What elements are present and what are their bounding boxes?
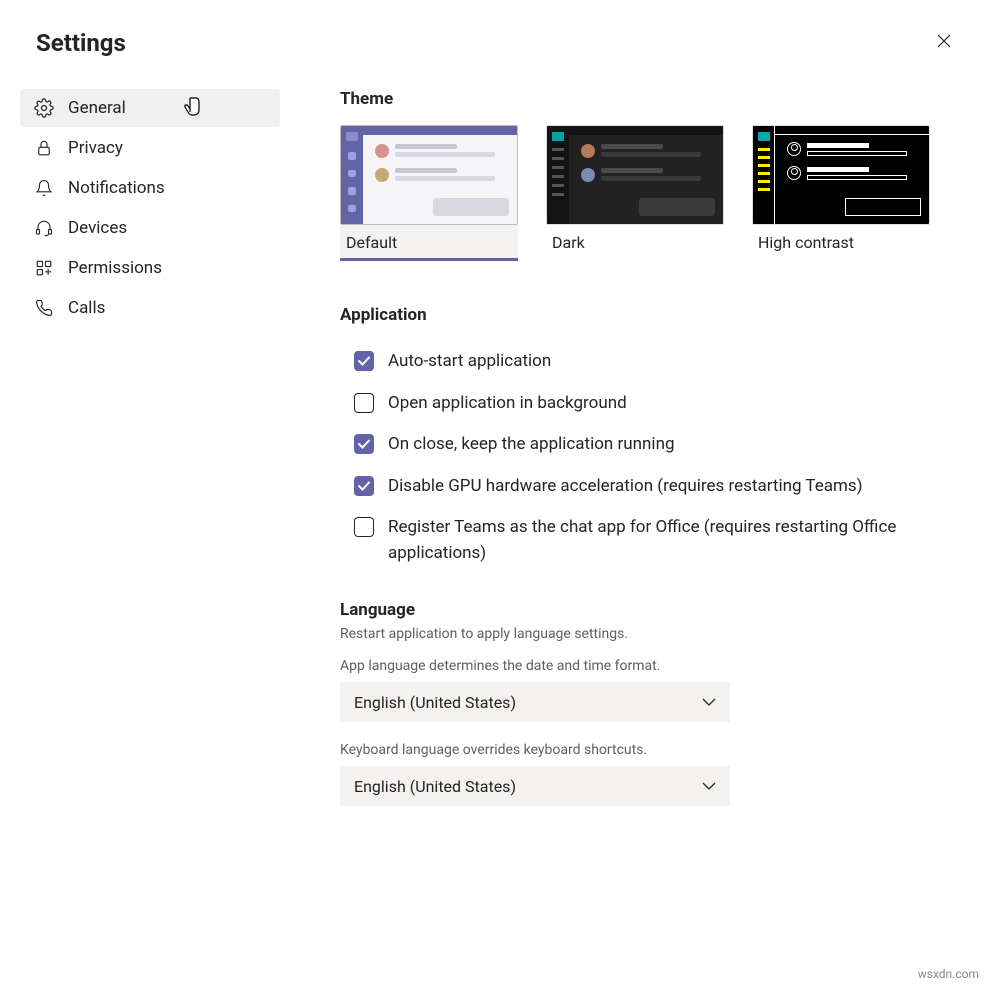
lock-icon [34,138,54,158]
theme-thumb-default [340,125,518,225]
sidebar-item-label: Notifications [68,178,165,198]
phone-icon [34,298,54,318]
option-autostart[interactable]: Auto-start application [340,341,943,383]
chevron-down-icon [702,782,716,790]
theme-option-dark[interactable]: Dark [546,125,724,261]
keyboard-language-label: Keyboard language overrides keyboard sho… [340,742,943,758]
option-disable-gpu[interactable]: Disable GPU hardware acceleration (requi… [340,466,943,508]
gear-icon [34,98,54,118]
sidebar-item-label: Privacy [68,138,123,158]
apps-icon [34,258,54,278]
checkbox-keep-running[interactable] [354,434,374,454]
select-value: English (United States) [354,693,516,712]
close-button[interactable] [931,28,957,57]
sidebar-item-label: General [68,98,126,118]
application-heading: Application [340,305,943,325]
app-language-label: App language determines the date and tim… [340,658,943,674]
close-icon [937,34,951,48]
watermark: wsxdn.com [918,967,979,981]
sidebar-item-permissions[interactable]: Permissions [20,249,280,287]
option-register-chat-app[interactable]: Register Teams as the chat app for Offic… [340,507,943,574]
checkbox-label: Open application in background [388,391,627,417]
option-open-background[interactable]: Open application in background [340,383,943,425]
sidebar-item-label: Permissions [68,258,162,278]
theme-thumb-high-contrast [752,125,930,225]
theme-label: Dark [552,233,585,252]
check-icon [358,356,370,366]
theme-thumb-dark [546,125,724,225]
check-icon [358,481,370,491]
checkbox-open-background[interactable] [354,393,374,413]
headset-icon [34,218,54,238]
keyboard-language-select[interactable]: English (United States) [340,766,730,806]
chevron-down-icon [702,698,716,706]
settings-header: Settings [0,0,993,67]
bell-icon [34,178,54,198]
settings-main: Theme Default [280,89,973,826]
sidebar-item-label: Calls [68,298,105,318]
language-heading: Language [340,600,943,620]
app-language-select[interactable]: English (United States) [340,682,730,722]
checkbox-label: Disable GPU hardware acceleration (requi… [388,474,863,500]
theme-option-high-contrast[interactable]: High contrast [752,125,930,261]
page-title: Settings [36,29,126,57]
checkbox-disable-gpu[interactable] [354,476,374,496]
language-restart-note: Restart application to apply language se… [340,626,943,642]
checkbox-autostart[interactable] [354,351,374,371]
theme-label: Default [346,233,397,252]
sidebar-item-calls[interactable]: Calls [20,289,280,327]
sidebar-item-general[interactable]: General [20,89,280,127]
theme-heading: Theme [340,89,943,109]
sidebar-item-devices[interactable]: Devices [20,209,280,247]
checkbox-register-chat-app[interactable] [354,517,374,537]
checkbox-label: On close, keep the application running [388,432,675,458]
theme-option-default[interactable]: Default [340,125,518,261]
select-value: English (United States) [354,777,516,796]
checkbox-label: Register Teams as the chat app for Offic… [388,515,943,566]
checkbox-label: Auto-start application [388,349,551,375]
theme-options: Default Dark [340,125,943,261]
sidebar-item-label: Devices [68,218,127,238]
theme-label: High contrast [758,233,854,252]
sidebar-item-notifications[interactable]: Notifications [20,169,280,207]
sidebar-item-privacy[interactable]: Privacy [20,129,280,167]
check-icon [358,439,370,449]
settings-sidebar: General Privacy Notifications Devices Pe [20,89,280,826]
option-keep-running[interactable]: On close, keep the application running [340,424,943,466]
